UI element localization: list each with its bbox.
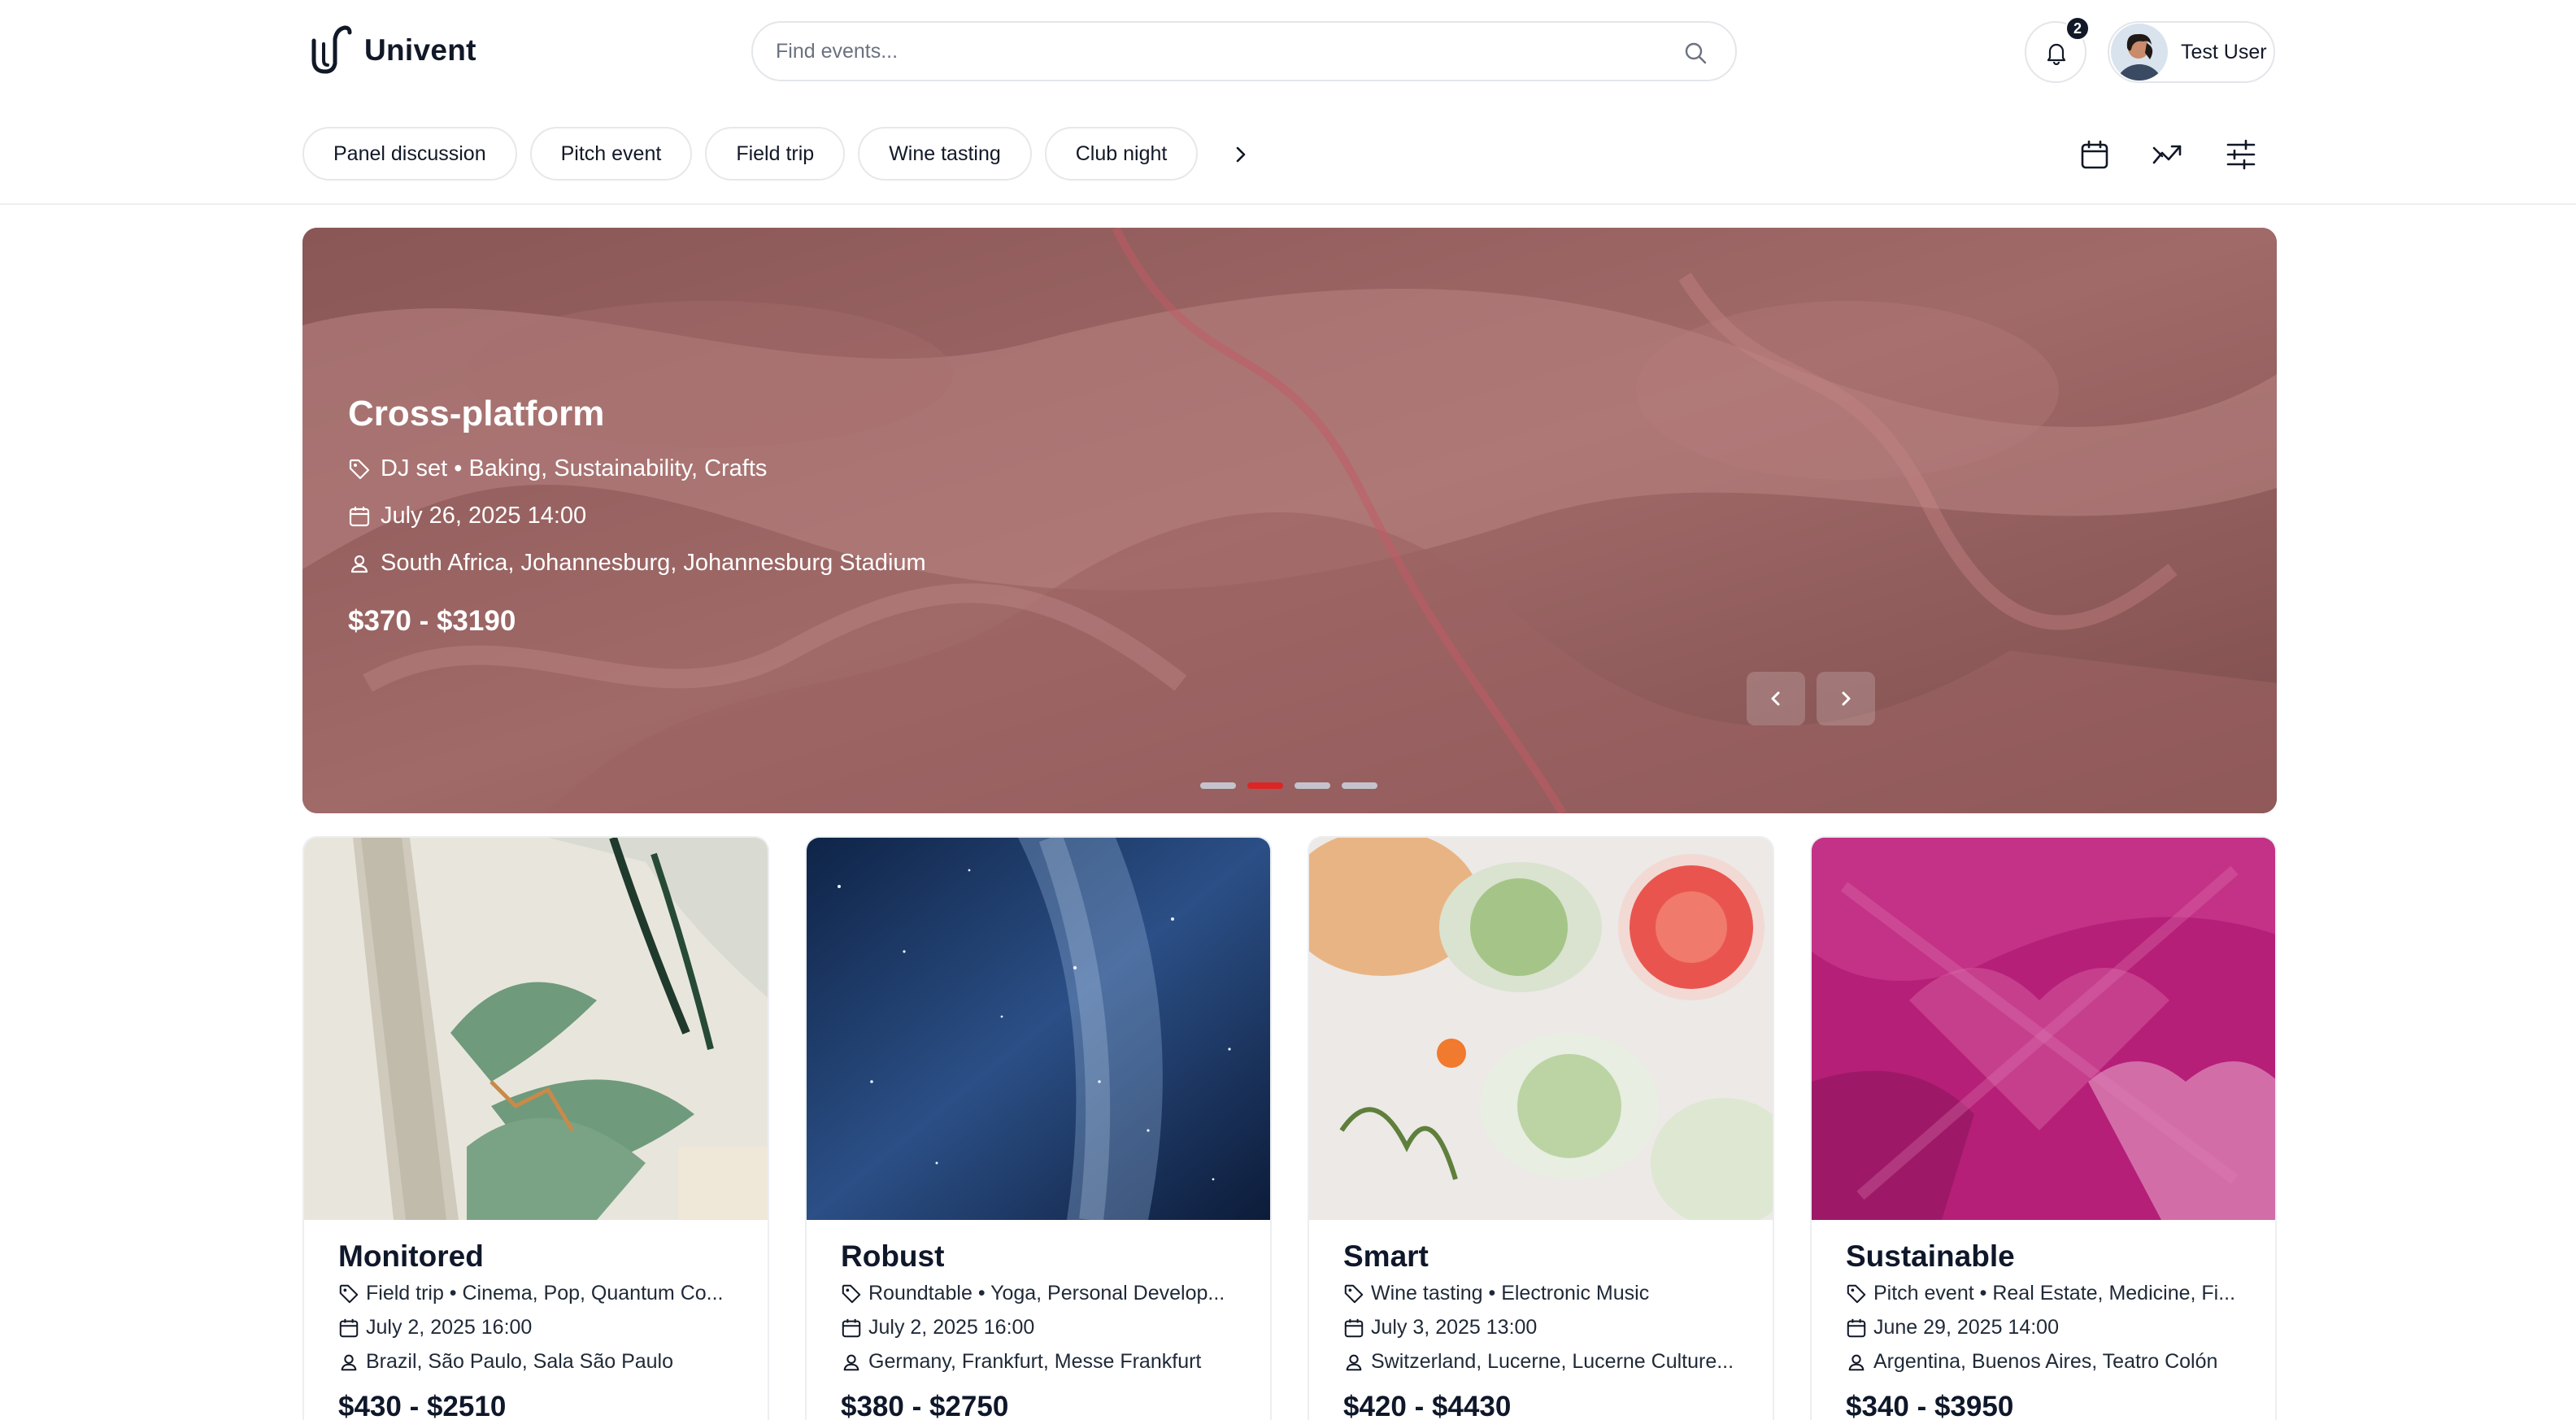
event-tags: Roundtable • Yoga, Personal Develop... — [841, 1282, 1225, 1305]
event-location: Brazil, São Paulo, Sala São Paulo — [338, 1350, 673, 1374]
event-tags: Wine tasting • Electronic Music — [1343, 1282, 1649, 1305]
map-pin-user-icon — [843, 1354, 859, 1370]
event-date-text: July 2, 2025 16:00 — [868, 1316, 1035, 1339]
category-chip[interactable]: Field trip — [705, 127, 846, 181]
event-tags-text: Roundtable • Yoga, Personal Develop... — [868, 1282, 1225, 1305]
carousel-indicators — [1200, 782, 1377, 789]
carousel-prev-button[interactable] — [1747, 672, 1805, 725]
event-date: July 3, 2025 13:00 — [1343, 1316, 1537, 1339]
event-location-text: Brazil, São Paulo, Sala São Paulo — [366, 1350, 674, 1373]
map-pin-user-icon — [350, 555, 368, 573]
app-logo[interactable]: Univent — [306, 24, 476, 76]
logo-icon — [311, 25, 352, 74]
bell-icon — [2047, 43, 2066, 65]
event-tags-text: Wine tasting • Electronic Music — [1371, 1282, 1650, 1305]
event-title[interactable]: Smart — [1343, 1239, 1429, 1274]
event-date: July 2, 2025 16:00 — [841, 1316, 1034, 1339]
calendar-icon — [2081, 140, 2108, 169]
user-menu[interactable]: Test User — [2108, 21, 2275, 83]
notification-badge: 2 — [2065, 16, 2090, 41]
chevron-right-icon[interactable] — [1226, 140, 1255, 169]
event-card[interactable]: Smart Wine tasting • Electronic Music Ju… — [1308, 836, 1774, 1420]
hero-date-text: July 26, 2025 14:00 — [381, 503, 587, 529]
event-location: Germany, Frankfurt, Messe Frankfurt — [841, 1350, 1201, 1374]
event-tags-text: Pitch event • Real Estate, Medicine, Fi.… — [1873, 1282, 2236, 1305]
event-image — [1812, 838, 2275, 1220]
top-bar: Univent 2 Test User Panel discussion — [0, 0, 2576, 205]
trending-icon — [2152, 145, 2182, 164]
carousel-next-button[interactable] — [1817, 672, 1875, 725]
event-location: Switzerland, Lucerne, Lucerne Culture... — [1343, 1350, 1734, 1374]
tag-icon — [349, 459, 370, 479]
event-title[interactable]: Monitored — [338, 1239, 484, 1274]
carousel-dot-active[interactable] — [1247, 782, 1283, 789]
event-title[interactable]: Robust — [841, 1239, 944, 1274]
event-card[interactable]: Sustainable Pitch event • Real Estate, M… — [1810, 836, 2277, 1420]
hero-price: $370 - $3190 — [348, 605, 516, 637]
category-chips: Panel discussion Pitch event Field trip … — [302, 127, 1199, 181]
map-pin-user-icon — [341, 1354, 357, 1370]
hero-title[interactable]: Cross-platform — [348, 394, 604, 434]
avatar — [2111, 24, 2168, 81]
hero-location: South Africa, Johannesburg, Johannesburg… — [348, 550, 926, 577]
map-pin-user-icon — [1346, 1354, 1362, 1370]
calendar-icon — [349, 506, 370, 526]
app-name: Univent — [364, 33, 476, 67]
filters-button[interactable] — [2218, 132, 2264, 177]
event-location-text: Switzerland, Lucerne, Lucerne Culture... — [1371, 1350, 1734, 1373]
tag-icon — [1847, 1284, 1866, 1303]
event-date-text: June 29, 2025 14:00 — [1873, 1316, 2059, 1339]
carousel-dot[interactable] — [1342, 782, 1377, 789]
calendar-button[interactable] — [2072, 132, 2117, 177]
hero-date: July 26, 2025 14:00 — [348, 503, 586, 529]
search-bar — [751, 21, 1737, 81]
event-title[interactable]: Sustainable — [1846, 1239, 2015, 1274]
category-chip[interactable]: Panel discussion — [302, 127, 517, 181]
event-tags: Field trip • Cinema, Pop, Quantum Co... — [338, 1282, 724, 1305]
event-date: June 29, 2025 14:00 — [1846, 1316, 2059, 1339]
calendar-icon — [1847, 1318, 1866, 1337]
tag-icon — [1344, 1284, 1364, 1303]
search-input[interactable] — [776, 23, 1670, 80]
map-pin-user-icon — [1848, 1354, 1865, 1370]
tag-icon — [842, 1284, 861, 1303]
trending-button[interactable] — [2145, 132, 2191, 177]
event-tags: Pitch event • Real Estate, Medicine, Fi.… — [1846, 1282, 2235, 1305]
hero-tags: DJ set • Baking, Sustainability, Crafts — [348, 455, 767, 482]
category-chip[interactable]: Club night — [1044, 127, 1199, 181]
event-location-text: Germany, Frankfurt, Messe Frankfurt — [868, 1350, 1202, 1373]
event-image — [304, 838, 768, 1220]
search-icon[interactable] — [1683, 41, 1708, 65]
event-date-text: July 2, 2025 16:00 — [366, 1316, 533, 1339]
event-price: $420 - $4430 — [1343, 1391, 1512, 1420]
calendar-icon — [339, 1318, 359, 1337]
tag-icon — [339, 1284, 359, 1303]
calendar-icon — [1344, 1318, 1364, 1337]
sliders-icon — [2226, 139, 2256, 170]
featured-event-carousel[interactable]: Cross-platform DJ set • Baking, Sustaina… — [302, 228, 2277, 813]
chevron-right-icon — [1842, 691, 1851, 706]
category-chip[interactable]: Wine tasting — [858, 127, 1032, 181]
calendar-icon — [842, 1318, 861, 1337]
event-location-text: Argentina, Buenos Aires, Teatro Colón — [1873, 1350, 2218, 1373]
event-price: $380 - $2750 — [841, 1391, 1009, 1420]
event-price: $430 - $2510 — [338, 1391, 507, 1420]
chevron-left-icon — [1771, 691, 1780, 706]
event-price: $340 - $3950 — [1846, 1391, 2014, 1420]
event-location: Argentina, Buenos Aires, Teatro Colón — [1846, 1350, 2217, 1374]
category-chip[interactable]: Pitch event — [529, 127, 693, 181]
hero-location-text: South Africa, Johannesburg, Johannesburg… — [381, 550, 926, 576]
event-tags-text: Field trip • Cinema, Pop, Quantum Co... — [366, 1282, 724, 1305]
event-date-text: July 3, 2025 13:00 — [1371, 1316, 1538, 1339]
carousel-dot[interactable] — [1200, 782, 1236, 789]
user-name: Test User — [2181, 40, 2267, 63]
hero-background-image — [302, 228, 2277, 813]
event-image — [1309, 838, 1773, 1220]
hero-tags-text: DJ set • Baking, Sustainability, Crafts — [381, 455, 768, 481]
event-card[interactable]: Monitored Field trip • Cinema, Pop, Quan… — [302, 836, 769, 1420]
event-date: July 2, 2025 16:00 — [338, 1316, 532, 1339]
event-image — [807, 838, 1270, 1220]
event-card[interactable]: Robust Roundtable • Yoga, Personal Devel… — [805, 836, 1272, 1420]
carousel-dot[interactable] — [1295, 782, 1330, 789]
